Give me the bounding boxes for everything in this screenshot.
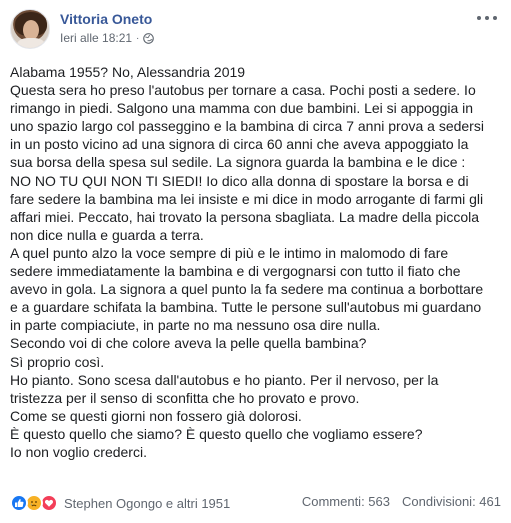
post-body: Alabama 1955? No, Alessandria 2019 Quest… bbox=[10, 63, 505, 461]
post-line: sedere immediatamente la bambina e di ve… bbox=[10, 263, 461, 280]
post-line: uno spazio largo col passeggino e la bam… bbox=[10, 118, 484, 135]
reactions-summary[interactable]: Stephen Ogongo e altri 1951 bbox=[10, 494, 230, 512]
post-line: Questa sera ho preso l'autobus per torna… bbox=[10, 82, 476, 99]
post-line: NO NO TU QUI NON TI SIEDI! Io dico alla … bbox=[10, 172, 469, 189]
more-dot bbox=[485, 16, 489, 20]
post-meta: Ieri alle 18:21 · bbox=[60, 31, 155, 45]
facebook-post: Vittoria Oneto Ieri alle 18:21 · Alabama… bbox=[0, 0, 511, 523]
more-dot bbox=[493, 16, 497, 20]
post-line: e a guardare schifata la bambina. Tutte … bbox=[10, 299, 482, 316]
author-name[interactable]: Vittoria Oneto bbox=[60, 11, 152, 27]
more-options-icon[interactable] bbox=[477, 11, 497, 25]
post-line: avevo in gola. La signora a quel punto l… bbox=[10, 281, 484, 298]
post-line: Come se questi giorni non fossero già do… bbox=[10, 407, 302, 424]
post-line: in parte compiaciute, in parte no ma nes… bbox=[10, 317, 381, 334]
post-line: fare sedere la bambina ma lei insiste e … bbox=[10, 190, 484, 207]
post-footer: Stephen Ogongo e altri 1951 Commenti: 56… bbox=[10, 494, 501, 514]
meta-separator: · bbox=[136, 32, 140, 44]
post-line: tristezza per il senso di sconfitta che … bbox=[10, 389, 360, 406]
like-icon bbox=[10, 494, 28, 512]
comments-count[interactable]: Commenti: 563 bbox=[302, 494, 390, 509]
post-line: in un posto vicino ad una signora di cir… bbox=[10, 136, 469, 153]
shares-count[interactable]: Condivisioni: 461 bbox=[402, 494, 501, 509]
engagement-counts: Commenti: 563 Condivisioni: 461 bbox=[302, 494, 501, 509]
avatar[interactable] bbox=[10, 9, 50, 49]
post-line: Io non voglio crederci. bbox=[10, 443, 147, 460]
post-line: non dice nulla e guarda a terra. bbox=[10, 226, 204, 243]
post-line: rimango in piedi. Salgono una mamma con … bbox=[10, 100, 474, 117]
post-line: Sì proprio così. bbox=[10, 353, 105, 370]
post-timestamp[interactable]: Ieri alle 18:21 bbox=[60, 31, 132, 45]
post-line: A quel punto alzo la voce sempre di più … bbox=[10, 244, 449, 261]
globe-icon[interactable] bbox=[143, 32, 155, 44]
more-dot bbox=[477, 16, 481, 20]
avatar-face bbox=[23, 20, 39, 40]
post-header: Vittoria Oneto Ieri alle 18:21 · bbox=[10, 9, 501, 53]
post-line: Alabama 1955? No, Alessandria 2019 bbox=[10, 64, 246, 80]
post-line: È questo quello che siamo? È questo quel… bbox=[10, 425, 423, 442]
post-line: affari miei. Peccato, hai trovato la per… bbox=[10, 208, 480, 225]
post-line: Secondo voi di che colore aveva la pelle… bbox=[10, 335, 367, 352]
post-line: sua borsa della spesa sul sedile. La sig… bbox=[10, 154, 466, 171]
reactions-text[interactable]: Stephen Ogongo e altri 1951 bbox=[64, 496, 230, 511]
post-line: Ho pianto. Sono scesa dall'autobus e ho … bbox=[10, 371, 439, 388]
avatar-body bbox=[17, 38, 45, 48]
